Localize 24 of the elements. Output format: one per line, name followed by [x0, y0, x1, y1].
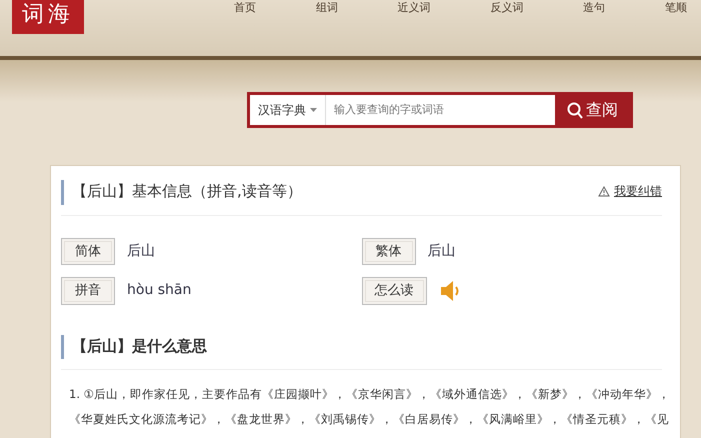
nav-link[interactable]: 近义词 — [398, 1, 431, 14]
nav-link[interactable]: 造句 — [583, 1, 606, 14]
field-value: 后山 — [428, 242, 456, 261]
search-field[interactable]: 输入要查询的字或词语 — [325, 95, 555, 125]
field-label: 拼音 — [61, 277, 115, 304]
field-label: 繁体 — [362, 238, 416, 265]
nav-link[interactable]: 组词 — [316, 1, 338, 14]
section-title: 【后山】是什么意思 — [72, 336, 207, 356]
nav-link[interactable]: 首页 — [234, 1, 256, 14]
caret-icon — [310, 108, 317, 112]
definition-text: 《华夏姓氏文化源流考记》，《盘龙世界》，《刘禹锡传》，《白居易传》，《风满峪里》，《情圣元稹》，《见 — [69, 411, 669, 428]
nav-link[interactable]: 反义词 — [490, 1, 524, 14]
section-title: 【后山】基本信息（拼音,读音等） — [72, 181, 302, 202]
field-label: 怎么读 — [362, 277, 426, 304]
nav-link[interactable]: 笔顺 — [664, 1, 687, 14]
search-icon — [567, 102, 583, 118]
dictionary-dropdown[interactable]: 汉语字典 — [250, 95, 325, 125]
field-value: 后山 — [127, 242, 155, 261]
field-value: hòu shān — [127, 281, 192, 300]
field-label: 简体 — [61, 238, 115, 265]
report-error-link[interactable]: 我要纠错 — [598, 182, 662, 200]
logo[interactable]: 词海 — [12, 0, 84, 34]
warning-icon — [598, 186, 610, 197]
definition-text: 1. ①后山，即作家任见，主要作品有《庄园撷叶》，《京华闲言》，《域外通信选》，《新梦》，《冲动年华》， — [69, 386, 670, 403]
